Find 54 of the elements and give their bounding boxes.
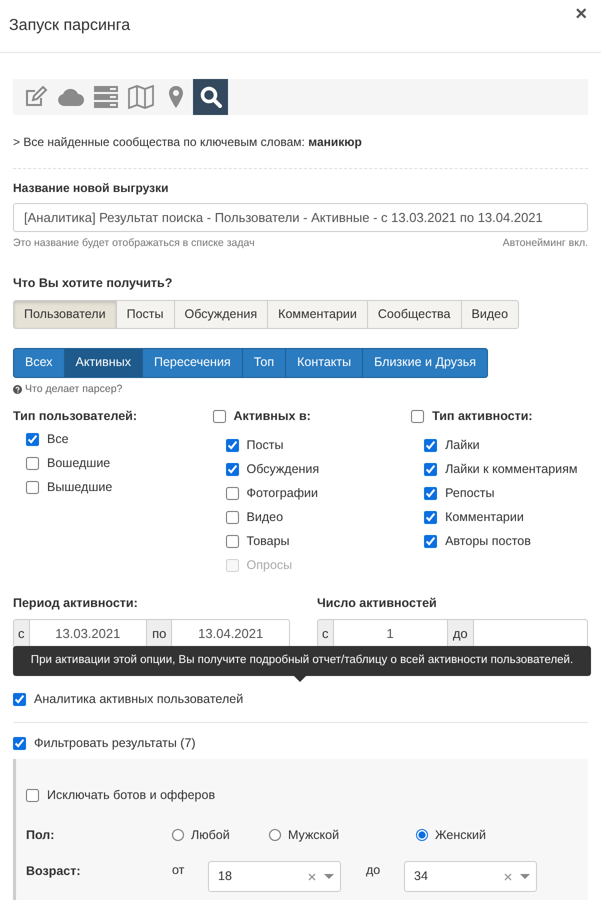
field-label: Возраст: — [26, 863, 82, 880]
option-label: Вошедшие — [47, 454, 110, 472]
mode-tab[interactable]: Пересечения — [142, 348, 243, 378]
option-label: Исключать ботов и офферов — [47, 786, 216, 804]
section-label: Что Вы хотите получить? — [13, 274, 174, 292]
target-option[interactable]: Обсуждения — [174, 300, 268, 328]
close-button[interactable]: × — [575, 4, 587, 24]
option-label: Опросы — [246, 556, 292, 574]
option-label: Все — [47, 430, 69, 448]
tooltip: При активации этой опции, Вы получите подробный отчет/таблицу о всей активности пользователей. — [13, 646, 591, 676]
breadcrumb: > Все найденные сообщества по ключевым словам: маникюр — [13, 134, 363, 151]
target-option[interactable]: Комментарии — [267, 300, 368, 328]
target-option[interactable]: Видео — [460, 300, 520, 328]
mode-tab[interactable]: Активных — [64, 348, 143, 378]
mode-tab[interactable]: Всех — [13, 348, 65, 378]
age-select[interactable]: 18 — [208, 861, 341, 892]
target-option[interactable]: Посты — [116, 300, 174, 328]
range-prefix: от — [172, 862, 186, 879]
range-to-field[interactable]: 13.04.2021 — [171, 619, 290, 649]
option-label: Любой — [191, 826, 230, 844]
option-label: Фильтровать результаты (7) — [34, 734, 196, 752]
target-option[interactable]: Пользователи — [13, 300, 117, 328]
option-label: Авторы постов — [445, 532, 531, 550]
field-label: Пол: — [26, 826, 56, 844]
field-hint: Это название будет отображаться в списке задач — [13, 236, 255, 251]
option-label: Видео — [246, 508, 284, 526]
autonaming-status: Автонейминг вкл. — [502, 236, 588, 251]
option-label: Лайки к комментариям — [445, 460, 578, 478]
field-label: Название новой выгрузки — [13, 180, 170, 197]
mode-tab[interactable]: Близкие и Друзья — [362, 348, 488, 378]
range-prefix: до — [365, 862, 382, 879]
option-label: Аналитика активных пользователей — [34, 690, 244, 708]
group-title: Тип пользователей: — [13, 408, 138, 426]
help-link[interactable]: Что делает парсер? — [25, 382, 122, 398]
dialog-title: Запуск парсинга — [9, 16, 130, 36]
option-label: Товары — [246, 532, 290, 550]
option-label: Лайки — [445, 436, 480, 454]
age-select[interactable]: 34 — [404, 861, 537, 892]
option-label: Женский — [435, 826, 486, 844]
group-title: Активных в: — [234, 408, 311, 425]
option-label: Репосты — [445, 484, 494, 502]
option-label: Комментарии — [445, 508, 524, 526]
option-label: Посты — [246, 436, 284, 454]
section-label: Число активностей — [317, 595, 438, 612]
group-title: Тип активности: — [432, 408, 533, 425]
option-label: Фотографии — [246, 484, 318, 502]
section-label: Период активности: — [13, 595, 139, 612]
option-label: Обсуждения — [246, 460, 320, 478]
option-label: Мужской — [288, 826, 340, 844]
mode-tab[interactable]: Топ — [242, 348, 286, 378]
target-option[interactable]: Сообщества — [366, 300, 462, 328]
option-label: Вышедшие — [47, 478, 112, 496]
mode-tab[interactable]: Контакты — [285, 348, 364, 378]
export-name-field[interactable]: [Аналитика] Результат поиска - Пользователи - Активные - с 13.03.2021 по 13.04.2021 — [13, 203, 588, 232]
